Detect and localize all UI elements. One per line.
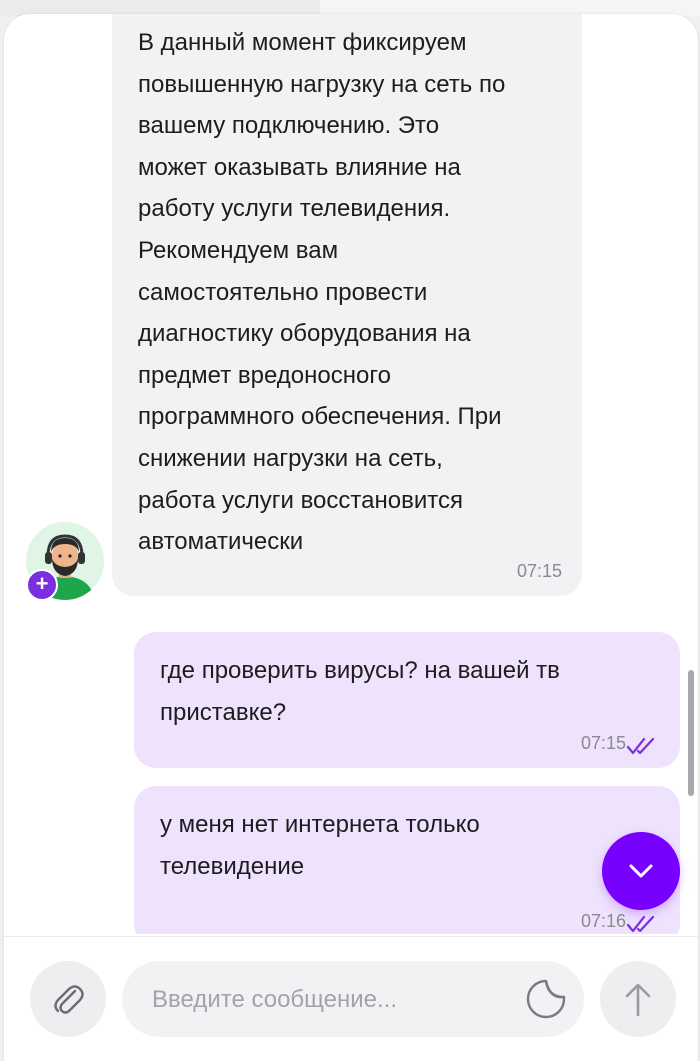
message-time: 07:15 — [580, 733, 626, 753]
arrow-up-icon — [625, 983, 651, 1017]
attach-button[interactable] — [30, 961, 106, 1037]
add-badge-icon: + — [26, 569, 58, 601]
user-message: где проверить вирусы? на вашей тв приста… — [134, 632, 680, 768]
message-time: 07:15 — [516, 561, 562, 581]
message-text: В данный момент фиксируем повышенную наг… — [138, 29, 506, 556]
message-composer — [4, 936, 698, 1061]
user-message: у меня нет интернета только телевидение … — [134, 786, 680, 934]
sticker-icon[interactable] — [524, 977, 568, 1021]
chevron-down-icon — [629, 864, 653, 878]
message-list[interactable]: В данный момент фиксируем повышенную наг… — [4, 14, 698, 934]
message-text: у меня нет интернета только телевидение — [160, 811, 480, 880]
app-frame: В данный момент фиксируем повышенную наг… — [0, 0, 700, 1061]
message-input-container — [122, 961, 584, 1037]
message-text: где проверить вирусы? на вашей тв приста… — [160, 657, 560, 726]
double-check-icon — [626, 915, 655, 933]
message-time: 07:16 — [580, 911, 626, 931]
scroll-down-button[interactable] — [602, 832, 680, 910]
paperclip-icon — [54, 985, 84, 1014]
scrollbar[interactable] — [688, 670, 694, 796]
message-input[interactable] — [150, 979, 514, 1021]
send-button[interactable] — [600, 961, 676, 1037]
double-check-icon — [626, 737, 655, 755]
chat-panel: В данный момент фиксируем повышенную наг… — [4, 14, 698, 1061]
operator-message: В данный момент фиксируем повышенную наг… — [112, 14, 582, 596]
